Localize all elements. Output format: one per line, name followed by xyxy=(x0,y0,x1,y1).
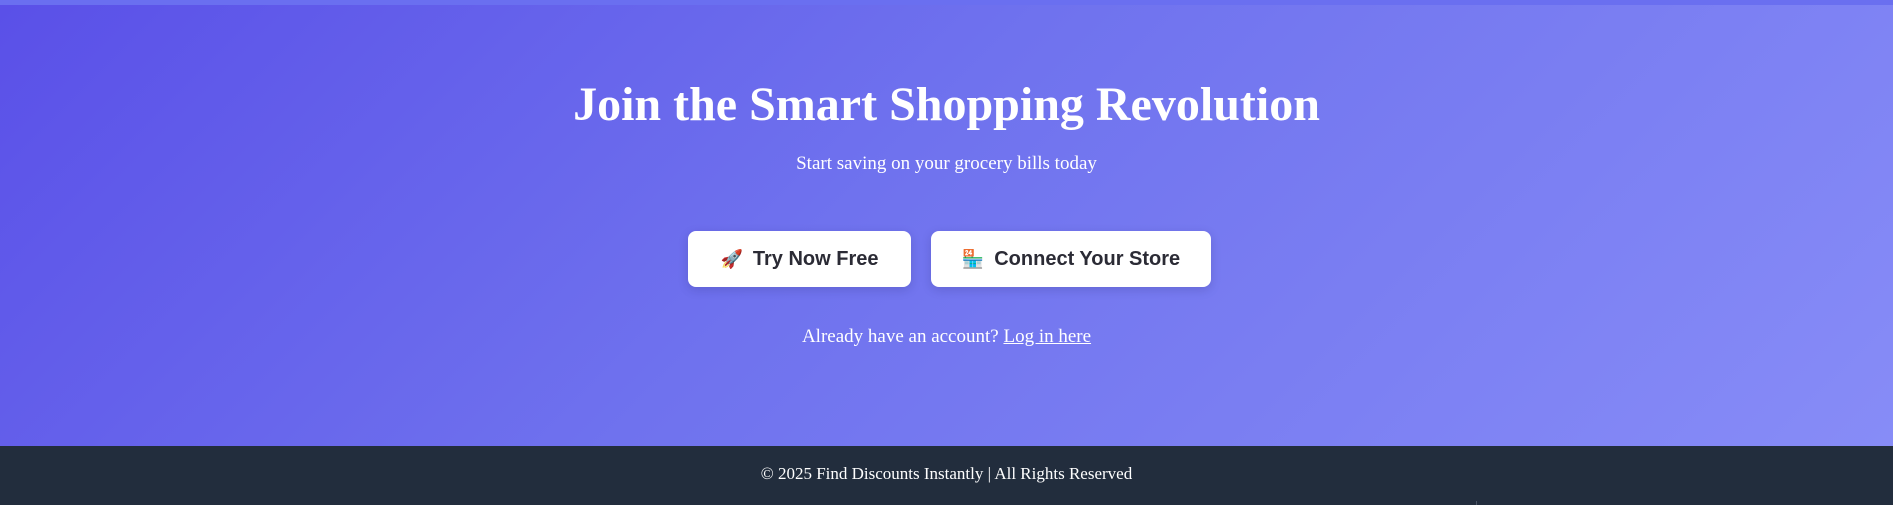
store-icon: 🏪 xyxy=(961,249,985,269)
hero-subtitle: Start saving on your grocery bills today xyxy=(796,153,1097,174)
footer-copyright: © 2025 Find Discounts Instantly | All Ri… xyxy=(760,464,1133,483)
page-footer: © 2025 Find Discounts Instantly | All Ri… xyxy=(0,446,1893,505)
connect-your-store-label: Connect Your Store xyxy=(994,247,1181,270)
login-link[interactable]: Log in here xyxy=(1003,326,1091,347)
connect-your-store-button[interactable]: 🏪 Connect Your Store xyxy=(931,231,1211,287)
footer-divider xyxy=(1476,501,1477,505)
login-prompt: Already have an account? Log in here xyxy=(0,325,1893,349)
login-prompt-text: Already have an account? xyxy=(801,326,999,347)
rocket-icon: 🚀 xyxy=(720,249,743,269)
hero-section: Join the Smart Shopping Revolution Start… xyxy=(0,5,1893,446)
hero-title: Join the Smart Shopping Revolution xyxy=(573,78,1320,131)
try-now-free-label: Try Now Free xyxy=(752,247,879,270)
cta-button-row: 🚀 Try Now Free 🏪 Connect Your Store xyxy=(0,231,1893,287)
try-now-free-button[interactable]: 🚀 Try Now Free xyxy=(688,231,911,287)
